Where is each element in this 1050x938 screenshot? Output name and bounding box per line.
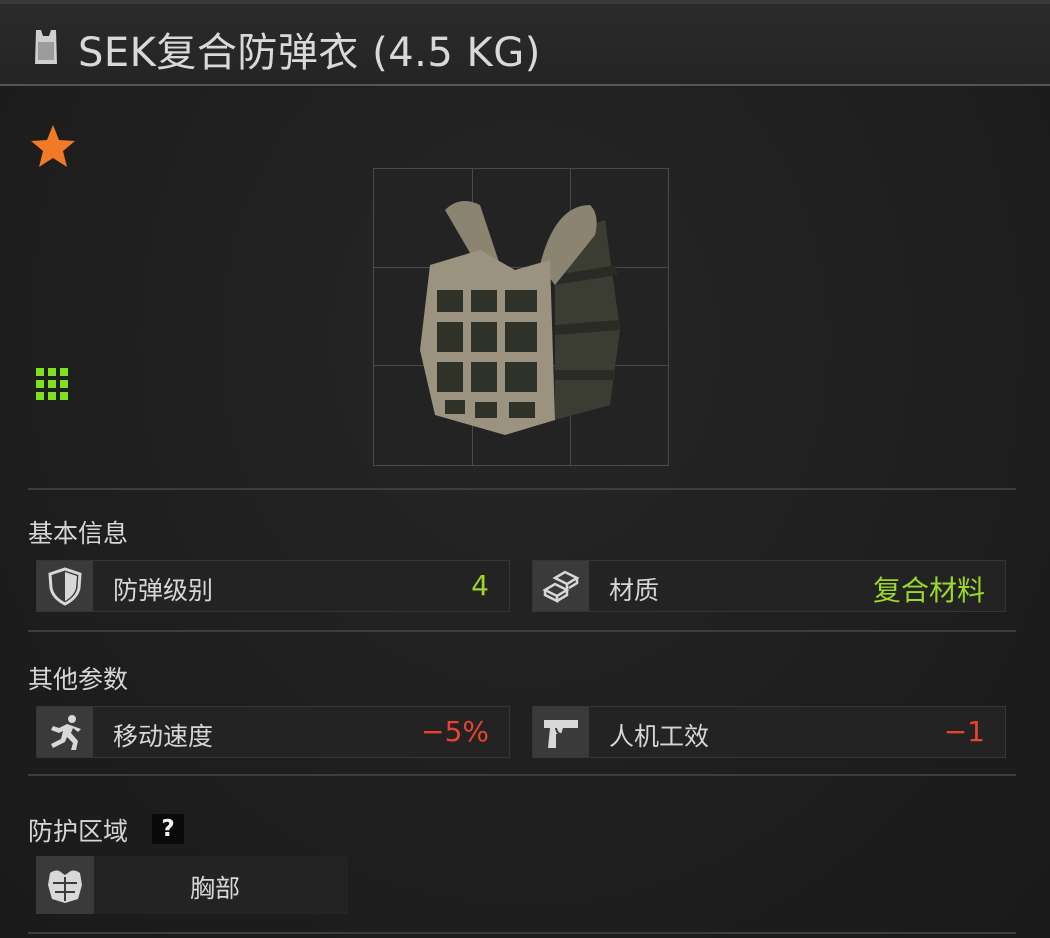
basic-info-title: 基本信息 [28, 519, 129, 548]
grid-icon[interactable] [36, 368, 68, 400]
protection-zone-title: 防护区域 [28, 817, 129, 846]
section-divider [28, 488, 1016, 490]
material-value: 复合材料 [872, 574, 985, 607]
move-speed-stat: 移动速度 −5% [36, 706, 510, 758]
move-speed-label: 移动速度 [113, 722, 214, 751]
protection-zone-chest: 胸部 [36, 856, 348, 914]
ergonomics-label: 人机工效 [609, 722, 710, 751]
ergonomics-stat: 人机工效 −1 [532, 706, 1006, 758]
armor-class-stat: 防弹级别 4 [36, 560, 510, 612]
material-label: 材质 [609, 576, 660, 605]
other-params-title: 其他参数 [28, 665, 129, 694]
running-man-icon [37, 707, 93, 757]
item-title-bar: SEK复合防弹衣 (4.5 KG) [0, 4, 1050, 86]
section-divider [28, 774, 1016, 776]
armor-class-value: 4 [471, 569, 489, 602]
armor-vest-image [420, 201, 620, 435]
chest-armor-icon [36, 856, 94, 914]
shield-icon [37, 561, 93, 611]
section-divider [28, 630, 1016, 632]
material-ingots-icon [533, 561, 589, 611]
armor-class-label: 防弹级别 [113, 576, 214, 605]
material-stat: 材质 复合材料 [532, 560, 1006, 612]
pistol-icon [533, 707, 589, 757]
move-speed-value: −5% [421, 715, 489, 748]
star-icon[interactable] [28, 122, 78, 172]
armor-vest-icon [35, 30, 57, 64]
section-divider [28, 932, 1016, 934]
item-title: SEK复合防弹衣 (4.5 KG) [78, 30, 541, 76]
help-button[interactable]: ? [152, 814, 184, 844]
protection-zone-label: 胸部 [190, 874, 241, 903]
ergonomics-value: −1 [943, 715, 985, 748]
